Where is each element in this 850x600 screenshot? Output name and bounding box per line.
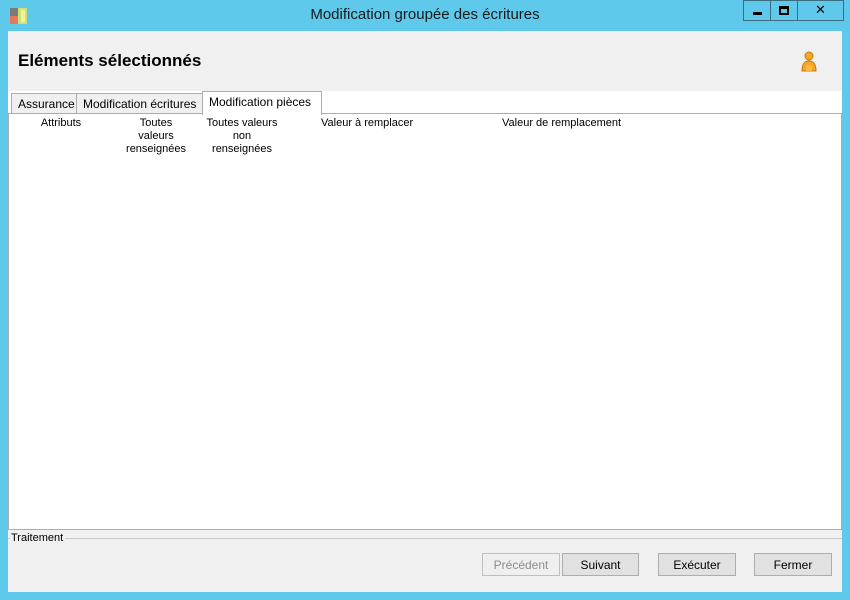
close-icon: ✕: [815, 3, 826, 18]
column-header-valeur-de-remplacement: Valeur de remplacement: [502, 117, 622, 129]
column-header-attributs: Attributs: [40, 117, 82, 129]
tab-modification-ecritures[interactable]: Modification écritures: [76, 93, 203, 114]
window-title: Modification groupée des écritures: [310, 6, 540, 23]
execute-button[interactable]: Exécuter: [658, 553, 736, 576]
user-icon[interactable]: [800, 51, 818, 73]
groupbox-border: [63, 538, 842, 539]
dialog-client-area: Eléments sélectionnés Assurance Modifica…: [8, 31, 842, 592]
column-header-valeur-a-remplacer: Valeur à remplacer: [321, 117, 414, 129]
column-header-toutes-renseignees: Toutes valeurs renseignées: [126, 117, 186, 155]
minimize-button[interactable]: [743, 0, 771, 21]
tab-assurance[interactable]: Assurance: [11, 93, 77, 114]
title-bar[interactable]: Modification groupée des écritures ✕: [0, 0, 850, 31]
page-title: Eléments sélectionnés: [18, 51, 202, 70]
dialog-window: Modification groupée des écritures ✕ Elé…: [0, 0, 850, 600]
next-button[interactable]: Suivant: [562, 553, 639, 576]
close-window-button[interactable]: ✕: [797, 0, 844, 21]
tab-strip: Assurance Modification écritures Modific…: [8, 91, 842, 115]
close-button[interactable]: Fermer: [754, 553, 832, 576]
groupbox-label: Traitement: [11, 532, 66, 544]
minimize-icon: [752, 12, 762, 15]
column-header-toutes-non-renseignees: Toutes valeurs non renseignées: [206, 117, 278, 155]
tab-modification-pieces[interactable]: Modification pièces: [202, 91, 322, 115]
maximize-button[interactable]: [770, 0, 798, 21]
previous-button[interactable]: Précédent: [482, 553, 560, 576]
header-band: Eléments sélectionnés: [8, 31, 842, 91]
maximize-icon: [779, 6, 789, 15]
tab-panel-modification-pieces: Attributs Toutes valeurs renseignées Tou…: [8, 113, 842, 530]
groupbox-border: [8, 538, 10, 539]
